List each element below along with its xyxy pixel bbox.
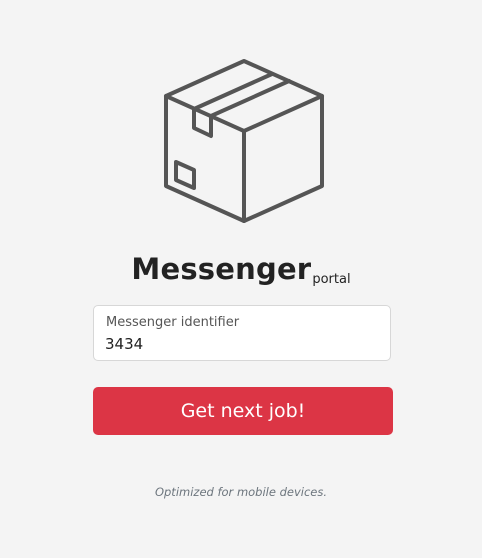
messenger-identifier-label: Messenger identifier [106,315,240,330]
title-subscript: portal [312,272,351,287]
title-main: Messenger [131,252,312,286]
mobile-optimized-note: Optimized for mobile devices. [154,485,328,499]
messenger-identifier-input[interactable] [105,335,375,353]
get-next-job-button[interactable]: Get next job! [93,387,393,435]
page-title: Messengerportal [0,252,482,287]
messenger-identifier-field[interactable]: Messenger identifier [93,305,391,361]
package-box-icon [164,59,324,223]
